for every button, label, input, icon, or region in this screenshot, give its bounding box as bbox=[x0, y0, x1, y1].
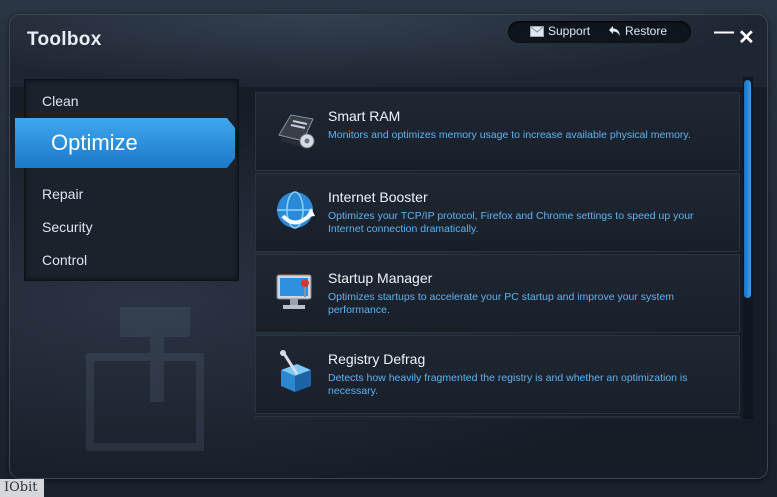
tools-scrollbar[interactable] bbox=[743, 77, 753, 419]
nav-item-clean[interactable]: Clean bbox=[42, 93, 79, 109]
minimize-button[interactable]: — bbox=[714, 21, 734, 44]
tool-description: Optimizes startups to accelerate your PC… bbox=[328, 291, 675, 316]
tool-title: Startup Manager bbox=[328, 270, 433, 286]
tool-title: Smart RAM bbox=[328, 108, 401, 124]
tool-description: Optimizes your TCP/IP protocol, Firefox … bbox=[328, 210, 694, 235]
nav-item-optimize[interactable]: Optimize bbox=[15, 118, 235, 168]
tools-list: Smart RAM Monitors and optimizes memory … bbox=[255, 77, 740, 419]
nav-item-optimize-label: Optimize bbox=[51, 130, 138, 155]
nav-item-repair[interactable]: Repair bbox=[42, 186, 83, 202]
scrollbar-thumb[interactable] bbox=[744, 80, 751, 298]
globe-icon bbox=[277, 191, 315, 229]
window-title: Toolbox bbox=[27, 29, 102, 50]
undo-arrow-icon bbox=[609, 26, 620, 36]
nav-item-security[interactable]: Security bbox=[42, 219, 93, 235]
tool-title: Registry Defrag bbox=[328, 351, 426, 367]
tool-card-smart-ram[interactable]: Smart RAM Monitors and optimizes memory … bbox=[255, 92, 740, 171]
support-label: Support bbox=[548, 24, 591, 38]
tool-card-registry-defrag[interactable]: Registry Defrag Detects how heavily frag… bbox=[255, 335, 740, 414]
tool-title: Internet Booster bbox=[328, 189, 428, 205]
category-nav: Clean Repair Security Control bbox=[24, 79, 239, 281]
tool-card-partial[interactable] bbox=[255, 416, 740, 419]
tool-description: Detects how heavily fragmented the regis… bbox=[328, 372, 688, 397]
support-button[interactable]: Support bbox=[530, 24, 590, 38]
nav-item-control[interactable]: Control bbox=[42, 252, 87, 268]
envelope-icon bbox=[530, 25, 544, 37]
registry-cube-icon bbox=[280, 350, 311, 392]
monitor-startup-icon bbox=[276, 274, 312, 309]
tool-description: Monitors and optimizes memory usage to i… bbox=[328, 129, 691, 141]
tool-card-internet-booster[interactable]: Internet Booster Optimizes your TCP/IP p… bbox=[255, 173, 740, 252]
restore-button[interactable]: Restore bbox=[608, 24, 667, 38]
toolbox-watermark-icon bbox=[86, 307, 204, 451]
iobit-logo: IObit bbox=[0, 479, 44, 497]
ram-chip-icon bbox=[278, 114, 315, 149]
close-button[interactable]: ✕ bbox=[738, 25, 755, 50]
tool-card-startup-manager[interactable]: Startup Manager Optimizes startups to ac… bbox=[255, 254, 740, 333]
restore-label: Restore bbox=[625, 24, 668, 38]
